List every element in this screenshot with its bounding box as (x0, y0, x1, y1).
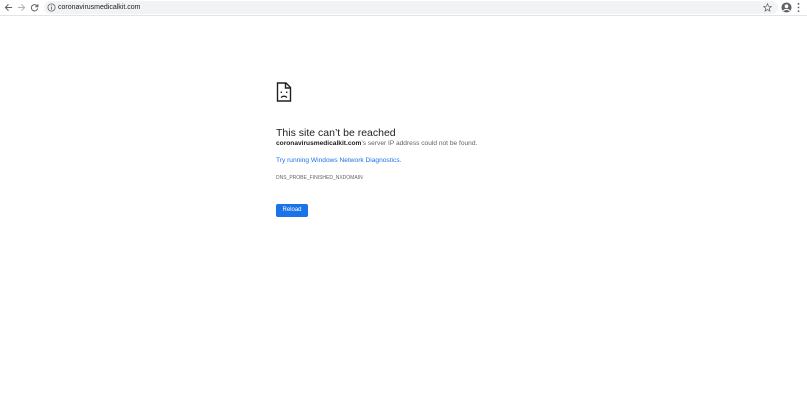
browser-toolbar: coronavirusmedicalkit.com (0, 0, 807, 16)
error-host: coronavirusmedicalkit.com (276, 140, 362, 147)
back-arrow-icon (4, 3, 13, 12)
sad-document-icon (276, 82, 292, 102)
error-message: coronavirusmedicalkit.com’s server IP ad… (276, 140, 477, 147)
error-code: DNS_PROBE_FINISHED_NXDOMAIN (276, 175, 363, 181)
reload-page-button[interactable] (29, 2, 40, 13)
network-diagnostics-link[interactable]: Try running Windows Network Diagnostics. (276, 157, 401, 164)
info-icon[interactable] (47, 3, 56, 12)
reload-button[interactable]: Reload (276, 204, 308, 217)
avatar-icon[interactable] (781, 2, 792, 13)
star-icon[interactable] (763, 3, 772, 12)
forward-arrow-icon (17, 3, 26, 12)
kebab-menu-icon[interactable] (796, 2, 801, 13)
back-button[interactable] (3, 2, 14, 13)
error-heading: This site can’t be reached (276, 127, 396, 140)
forward-button[interactable] (16, 2, 27, 13)
address-bar[interactable]: coronavirusmedicalkit.com (44, 1, 778, 14)
reload-icon (30, 4, 39, 12)
error-message-suffix: ’s server IP address could not be found. (361, 140, 478, 147)
url-text: coronavirusmedicalkit.com (58, 4, 141, 11)
